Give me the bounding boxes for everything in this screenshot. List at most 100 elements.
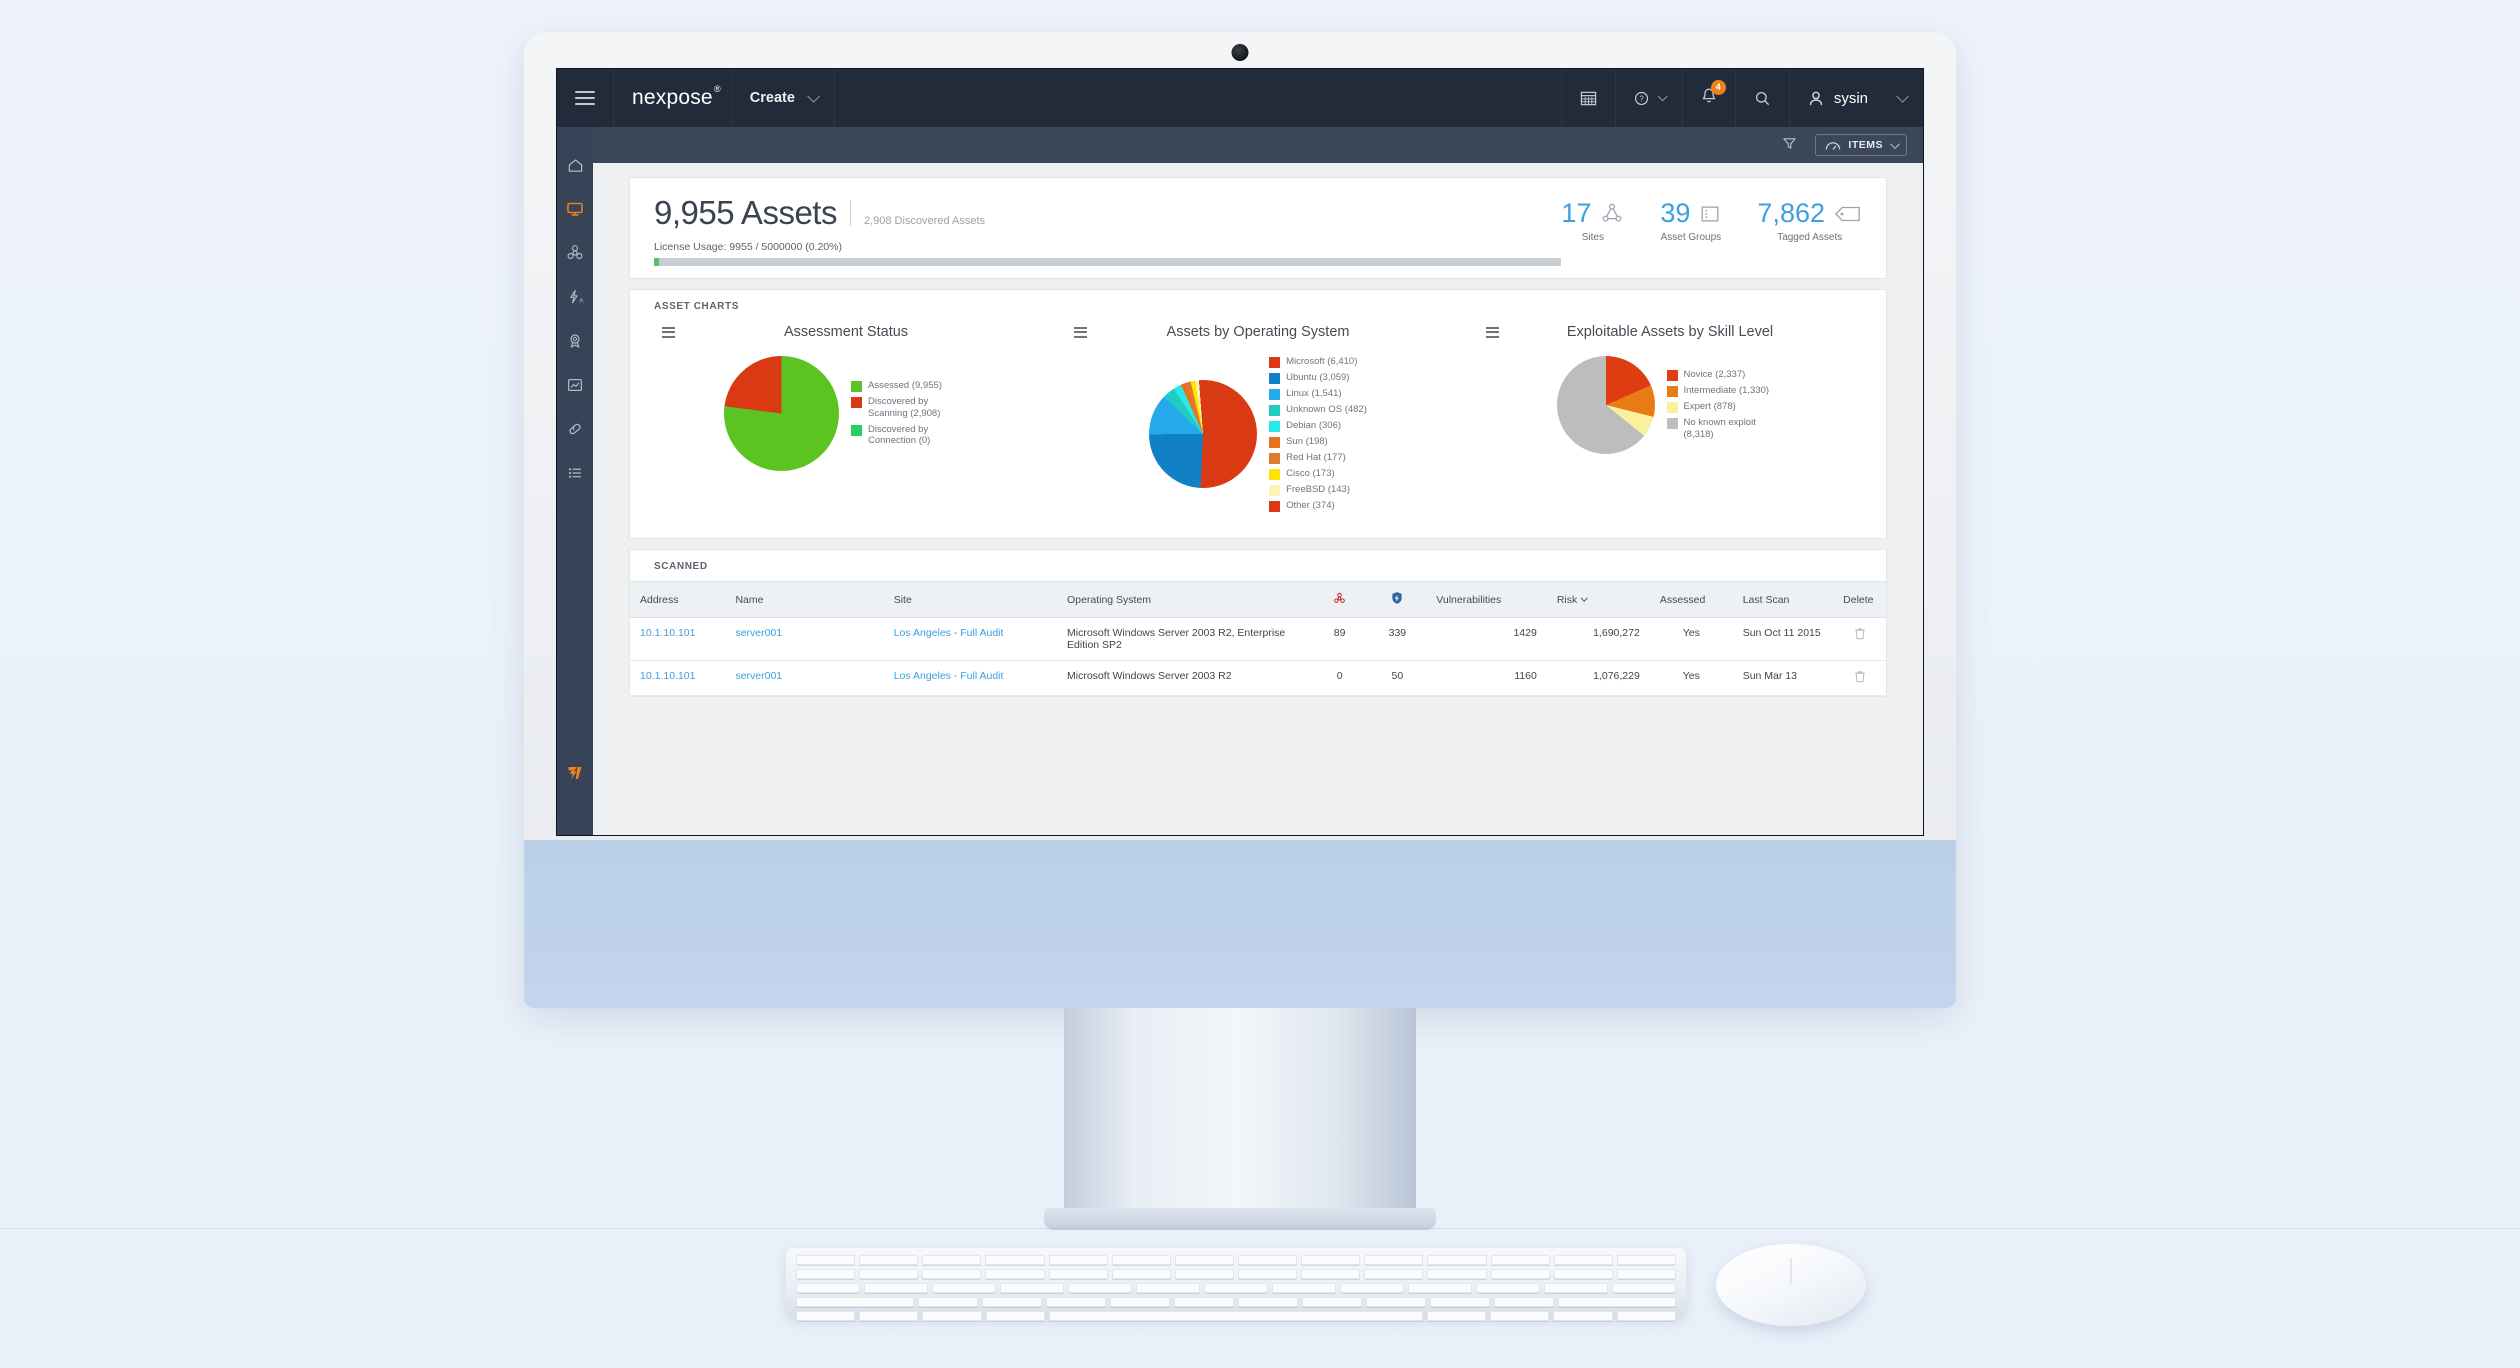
filter-button[interactable] [1782, 136, 1797, 154]
cell-name[interactable]: server001 [725, 617, 884, 661]
column-header-address[interactable]: Address [630, 581, 726, 618]
keyboard-key[interactable] [796, 1283, 860, 1293]
keyboard-key[interactable] [985, 1255, 1045, 1265]
keyboard-key[interactable] [864, 1283, 928, 1293]
stat-asset-groups[interactable]: 39 Asset Groups [1660, 198, 1721, 243]
keyboard-key[interactable] [1136, 1283, 1200, 1293]
keyboard-key[interactable] [1048, 1311, 1423, 1321]
keyboard-key[interactable] [1111, 1255, 1171, 1265]
keyboard-key[interactable] [1111, 1269, 1171, 1279]
keyboard-key[interactable] [1301, 1255, 1361, 1265]
column-header-assessed[interactable]: Assessed [1649, 581, 1733, 618]
column-header-name[interactable]: Name [725, 581, 884, 618]
legend-item[interactable]: Debian (306) [1269, 420, 1367, 432]
keyboard-key[interactable] [1612, 1283, 1676, 1293]
legend-item[interactable]: Other (374) [1269, 500, 1367, 512]
keyboard-key[interactable] [1364, 1269, 1424, 1279]
column-header-os[interactable]: Operating System [1057, 581, 1311, 618]
legend-item[interactable]: Unknown OS (482) [1269, 404, 1367, 416]
create-menu[interactable]: Create [732, 69, 835, 127]
sidebar-item-assets[interactable] [557, 187, 593, 231]
table-row[interactable]: 10.1.10.101 server001 Los Angeles - Full A… [630, 617, 1886, 661]
table-row[interactable]: 10.1.10.101 server001 Los Angeles - Full A… [630, 660, 1886, 696]
chart-menu-icon[interactable] [662, 326, 675, 338]
legend-item[interactable]: Novice (2,337) [1666, 369, 1784, 382]
sidebar-item-scan-templates[interactable] [557, 319, 593, 363]
keyboard-key[interactable] [1544, 1283, 1608, 1293]
keyboard-key[interactable] [1427, 1269, 1487, 1279]
keyboard-key[interactable] [1494, 1297, 1554, 1307]
keyboard-key[interactable] [1616, 1269, 1676, 1279]
legend-item[interactable]: Assessed (9,955) [851, 380, 968, 393]
keyboard-key[interactable] [1430, 1297, 1490, 1307]
keyboard-key[interactable] [1000, 1283, 1064, 1293]
keyboard-key[interactable] [1427, 1255, 1487, 1265]
keyboard-key[interactable] [1048, 1269, 1108, 1279]
column-header-delete[interactable]: Delete [1833, 581, 1886, 618]
keyboard-key[interactable] [1476, 1283, 1540, 1293]
legend-item[interactable]: Intermediate (1,330) [1666, 385, 1784, 398]
keyboard-key[interactable] [1237, 1269, 1298, 1279]
keyboard-key[interactable] [922, 1255, 982, 1265]
legend-item[interactable]: Ubuntu (3,059) [1269, 372, 1367, 384]
column-header-last_scan[interactable]: Last Scan [1732, 581, 1834, 618]
keyboard-key[interactable] [1174, 1255, 1234, 1265]
keyboard-key[interactable] [796, 1297, 914, 1307]
mouse[interactable] [1716, 1244, 1866, 1326]
column-header-risk[interactable]: Risk [1546, 581, 1650, 618]
column-header-exploits[interactable] [1368, 581, 1427, 618]
keyboard[interactable] [786, 1248, 1686, 1321]
cell-delete[interactable] [1833, 660, 1886, 696]
keyboard-key[interactable] [1558, 1297, 1676, 1307]
cell-site[interactable]: Los Angeles - Full Audit [883, 660, 1058, 696]
legend-item[interactable]: Microsoft (6,410) [1269, 356, 1367, 368]
stat-sites[interactable]: 17 Sites [1561, 198, 1624, 243]
sidebar-item-administration[interactable] [557, 451, 593, 495]
keyboard-key[interactable] [1366, 1297, 1426, 1307]
cell-delete[interactable] [1833, 617, 1886, 661]
keyboard-key[interactable] [918, 1297, 978, 1307]
legend-item[interactable]: Linux (1,541) [1269, 388, 1367, 400]
keyboard-key[interactable] [1204, 1283, 1268, 1293]
pie-chart[interactable] [1149, 380, 1258, 488]
keyboard-key[interactable] [1616, 1311, 1676, 1321]
keyboard-key[interactable] [982, 1297, 1042, 1307]
cell-address[interactable]: 10.1.10.101 [630, 660, 726, 696]
sidebar-item-vulnerabilities[interactable] [557, 231, 593, 275]
keyboard-key[interactable] [932, 1283, 996, 1293]
column-header-malware[interactable] [1310, 581, 1369, 618]
calendar-button[interactable] [1562, 69, 1616, 127]
sidebar-item-reports[interactable] [557, 363, 593, 407]
keyboard-key[interactable] [922, 1311, 982, 1321]
keyboard-key[interactable] [985, 1269, 1045, 1279]
chart-menu-icon[interactable] [1486, 326, 1499, 338]
legend-item[interactable]: Cisco (173) [1269, 468, 1367, 480]
keyboard-key[interactable] [1048, 1255, 1108, 1265]
keyboard-key[interactable] [1553, 1311, 1613, 1321]
column-header-vulns[interactable]: Vulnerabilities [1426, 581, 1547, 618]
keyboard-key[interactable] [1553, 1269, 1613, 1279]
legend-item[interactable]: Discovered by Scanning (2,908) [851, 396, 968, 419]
keyboard-key[interactable] [1302, 1297, 1362, 1307]
keyboard-key[interactable] [796, 1255, 856, 1265]
keyboard-key[interactable] [1174, 1269, 1234, 1279]
pie-chart[interactable] [724, 356, 839, 471]
keyboard-key[interactable] [1237, 1255, 1298, 1265]
legend-item[interactable]: Discovered by Connection (0) [851, 424, 968, 447]
legend-item[interactable]: FreeBSD (143) [1269, 484, 1367, 496]
menu-toggle-button[interactable] [557, 69, 614, 127]
keyboard-key[interactable] [796, 1311, 856, 1321]
keyboard-key[interactable] [985, 1311, 1045, 1321]
column-header-site[interactable]: Site [883, 581, 1058, 618]
keyboard-key[interactable] [1427, 1311, 1487, 1321]
pie-chart[interactable] [1556, 356, 1655, 454]
keyboard-key[interactable] [1340, 1283, 1404, 1293]
keyboard-key[interactable] [796, 1269, 856, 1279]
keyboard-key[interactable] [1238, 1297, 1298, 1307]
search-button[interactable] [1736, 69, 1790, 127]
keyboard-key[interactable] [922, 1269, 982, 1279]
user-menu[interactable]: sysin [1790, 69, 1923, 127]
legend-item[interactable]: Red Hat (177) [1269, 452, 1367, 464]
legend-item[interactable]: No known exploit (8,318) [1666, 417, 1784, 440]
keyboard-key[interactable] [1068, 1283, 1132, 1293]
